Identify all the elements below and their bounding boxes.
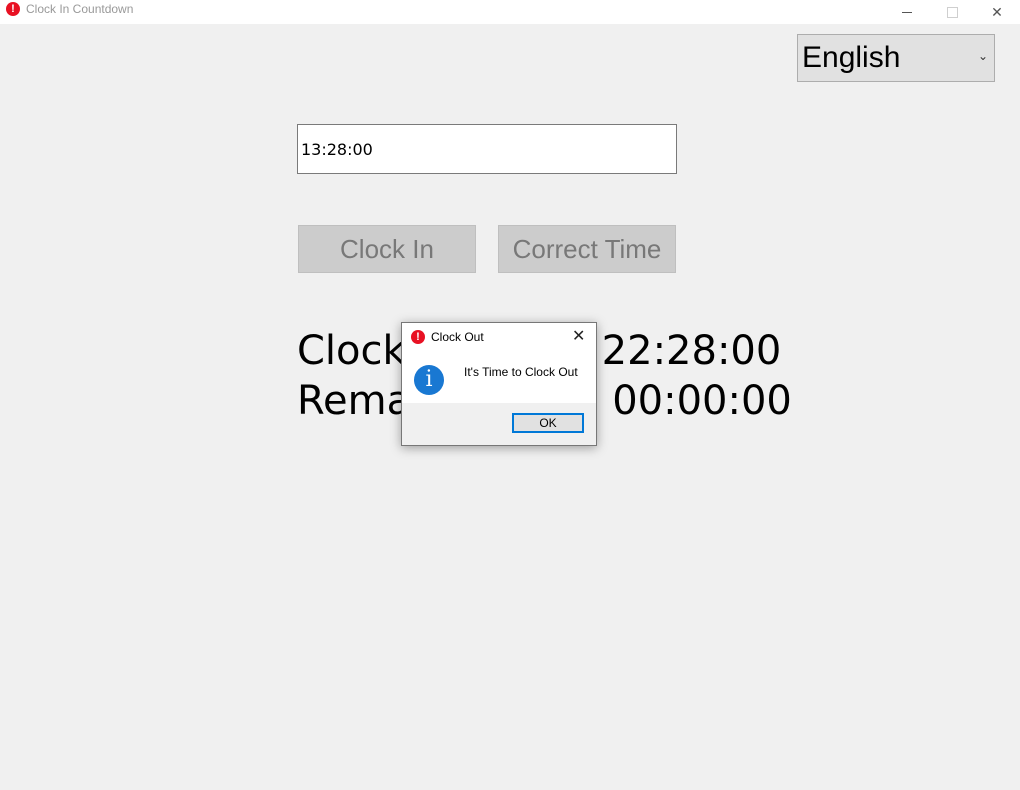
clock-out-label: Clock <box>297 328 406 374</box>
app-alert-icon: ! <box>6 2 20 16</box>
clock-in-button[interactable]: Clock In <box>298 225 476 273</box>
window-title: Clock In Countdown <box>26 2 134 16</box>
ok-button[interactable]: OK <box>512 413 584 433</box>
dialog-title: Clock Out <box>431 330 484 344</box>
clock-out-dialog: ! Clock Out ✕ i It's Time to Clock Out O… <box>401 322 597 446</box>
minimize-button[interactable] <box>884 0 930 24</box>
close-button[interactable]: ✕ <box>974 0 1020 24</box>
dialog-body: i It's Time to Clock Out <box>402 351 596 403</box>
clock-out-value: 22:28:00 <box>601 328 782 374</box>
dialog-message: It's Time to Clock Out <box>464 365 578 379</box>
correct-time-button[interactable]: Correct Time <box>498 225 676 273</box>
dialog-close-button[interactable]: ✕ <box>572 326 585 346</box>
dialog-titlebar: ! Clock Out ✕ <box>402 323 596 351</box>
info-icon: i <box>414 365 444 395</box>
maximize-icon <box>946 6 958 18</box>
language-select[interactable]: English ⌄ <box>797 34 995 82</box>
maximize-button[interactable] <box>929 0 975 24</box>
chevron-down-icon: ⌄ <box>977 49 988 63</box>
time-input[interactable] <box>297 124 677 174</box>
alert-icon: ! <box>411 330 425 344</box>
window-titlebar: ! Clock In Countdown ✕ <box>0 0 1020 24</box>
remaining-value: 00:00:00 <box>612 378 792 424</box>
close-icon: ✕ <box>991 3 1003 20</box>
language-selected-value: English <box>802 41 901 74</box>
minimize-icon <box>902 11 912 13</box>
